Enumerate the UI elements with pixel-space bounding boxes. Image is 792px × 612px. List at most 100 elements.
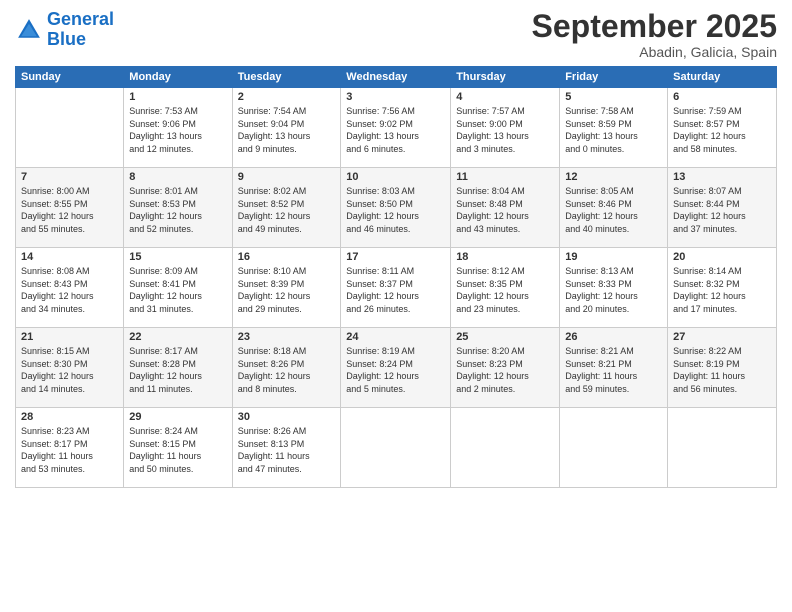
- calendar-cell: 16 Sunrise: 8:10 AM Sunset: 8:39 PM Dayli…: [232, 248, 341, 328]
- calendar-cell: 30 Sunrise: 8:26 AM Sunset: 8:13 PM Dayli…: [232, 408, 341, 488]
- day-number: 27: [673, 331, 771, 343]
- day-number: 21: [21, 331, 118, 343]
- day-info: Sunrise: 8:09 AM Sunset: 8:41 PM Dayligh…: [129, 265, 226, 315]
- calendar-cell: [668, 408, 777, 488]
- day-info: Sunrise: 7:54 AM Sunset: 9:04 PM Dayligh…: [238, 105, 336, 155]
- day-info: Sunrise: 8:04 AM Sunset: 8:48 PM Dayligh…: [456, 185, 554, 235]
- weekday-header-thursday: Thursday: [451, 67, 560, 88]
- day-number: 18: [456, 251, 554, 263]
- calendar-cell: [16, 88, 124, 168]
- day-info: Sunrise: 7:59 AM Sunset: 8:57 PM Dayligh…: [673, 105, 771, 155]
- day-number: 4: [456, 91, 554, 103]
- day-info: Sunrise: 8:20 AM Sunset: 8:23 PM Dayligh…: [456, 345, 554, 395]
- day-info: Sunrise: 8:10 AM Sunset: 8:39 PM Dayligh…: [238, 265, 336, 315]
- day-number: 2: [238, 91, 336, 103]
- calendar-cell: 11Sunrise: 8:04 AM Sunset: 8:48 PM Dayli…: [451, 168, 560, 248]
- calendar-cell: 1 Sunrise: 7:53 AM Sunset: 9:06 PM Daylig…: [124, 88, 232, 168]
- day-info: Sunrise: 8:17 AM Sunset: 8:28 PM Dayligh…: [129, 345, 226, 395]
- day-number: 20: [673, 251, 771, 263]
- calendar-cell: 12 Sunrise: 8:05 AM Sunset: 8:46 PM Dayli…: [560, 168, 668, 248]
- location: Abadin, Galicia, Spain: [532, 44, 777, 60]
- day-info: Sunrise: 8:19 AM Sunset: 8:24 PM Dayligh…: [346, 345, 445, 395]
- day-info: Sunrise: 8:00 AM Sunset: 8:55 PM Dayligh…: [21, 185, 118, 235]
- day-number: 12: [565, 171, 662, 183]
- calendar-cell: 15 Sunrise: 8:09 AM Sunset: 8:41 PM Dayli…: [124, 248, 232, 328]
- calendar-cell: 18Sunrise: 8:12 AM Sunset: 8:35 PM Dayli…: [451, 248, 560, 328]
- day-info: Sunrise: 8:18 AM Sunset: 8:26 PM Dayligh…: [238, 345, 336, 395]
- calendar-cell: 27 Sunrise: 8:22 AM Sunset: 8:19 PM Dayli…: [668, 328, 777, 408]
- header: General Blue September 2025 Abadin, Gali…: [15, 10, 777, 60]
- weekday-header-sunday: Sunday: [16, 67, 124, 88]
- logo-icon: [15, 16, 43, 44]
- day-number: 1: [129, 91, 226, 103]
- calendar-cell: 10Sunrise: 8:03 AM Sunset: 8:50 PM Dayli…: [341, 168, 451, 248]
- title-block: September 2025 Abadin, Galicia, Spain: [532, 10, 777, 60]
- weekday-header-tuesday: Tuesday: [232, 67, 341, 88]
- calendar-cell: 22 Sunrise: 8:17 AM Sunset: 8:28 PM Dayli…: [124, 328, 232, 408]
- day-number: 9: [238, 171, 336, 183]
- calendar-cell: 24Sunrise: 8:19 AM Sunset: 8:24 PM Dayli…: [341, 328, 451, 408]
- calendar-cell: 26Sunrise: 8:21 AM Sunset: 8:21 PM Dayli…: [560, 328, 668, 408]
- day-info: Sunrise: 7:56 AM Sunset: 9:02 PM Dayligh…: [346, 105, 445, 155]
- day-info: Sunrise: 8:08 AM Sunset: 8:43 PM Dayligh…: [21, 265, 118, 315]
- day-info: Sunrise: 8:02 AM Sunset: 8:52 PM Dayligh…: [238, 185, 336, 235]
- weekday-header-friday: Friday: [560, 67, 668, 88]
- day-number: 29: [129, 411, 226, 423]
- day-number: 14: [21, 251, 118, 263]
- calendar-cell: [560, 408, 668, 488]
- day-number: 13: [673, 171, 771, 183]
- weekday-header-wednesday: Wednesday: [341, 67, 451, 88]
- day-number: 19: [565, 251, 662, 263]
- day-info: Sunrise: 8:11 AM Sunset: 8:37 PM Dayligh…: [346, 265, 445, 315]
- calendar-cell: 5 Sunrise: 7:58 AM Sunset: 8:59 PM Daylig…: [560, 88, 668, 168]
- day-number: 8: [129, 171, 226, 183]
- calendar-cell: [341, 408, 451, 488]
- month-title: September 2025: [532, 10, 777, 42]
- calendar-week-5: 28 Sunrise: 8:23 AM Sunset: 8:17 PM Dayli…: [16, 408, 777, 488]
- calendar-cell: [451, 408, 560, 488]
- day-info: Sunrise: 8:13 AM Sunset: 8:33 PM Dayligh…: [565, 265, 662, 315]
- day-number: 30: [238, 411, 336, 423]
- day-info: Sunrise: 8:24 AM Sunset: 8:15 PM Dayligh…: [129, 425, 226, 475]
- calendar-cell: 25 Sunrise: 8:20 AM Sunset: 8:23 PM Dayli…: [451, 328, 560, 408]
- calendar-cell: 19 Sunrise: 8:13 AM Sunset: 8:33 PM Dayli…: [560, 248, 668, 328]
- day-info: Sunrise: 7:57 AM Sunset: 9:00 PM Dayligh…: [456, 105, 554, 155]
- calendar-cell: 17 Sunrise: 8:11 AM Sunset: 8:37 PM Dayli…: [341, 248, 451, 328]
- day-info: Sunrise: 8:05 AM Sunset: 8:46 PM Dayligh…: [565, 185, 662, 235]
- day-number: 5: [565, 91, 662, 103]
- day-number: 23: [238, 331, 336, 343]
- weekday-header-monday: Monday: [124, 67, 232, 88]
- weekday-header-row: SundayMondayTuesdayWednesdayThursdayFrid…: [16, 67, 777, 88]
- day-number: 3: [346, 91, 445, 103]
- calendar-cell: 29 Sunrise: 8:24 AM Sunset: 8:15 PM Dayli…: [124, 408, 232, 488]
- day-info: Sunrise: 8:26 AM Sunset: 8:13 PM Dayligh…: [238, 425, 336, 475]
- calendar-cell: 6 Sunrise: 7:59 AM Sunset: 8:57 PM Daylig…: [668, 88, 777, 168]
- calendar-week-1: 1 Sunrise: 7:53 AM Sunset: 9:06 PM Daylig…: [16, 88, 777, 168]
- calendar-cell: 28 Sunrise: 8:23 AM Sunset: 8:17 PM Dayli…: [16, 408, 124, 488]
- calendar-week-4: 21 Sunrise: 8:15 AM Sunset: 8:30 PM Dayli…: [16, 328, 777, 408]
- day-number: 6: [673, 91, 771, 103]
- calendar-cell: 4 Sunrise: 7:57 AM Sunset: 9:00 PM Daylig…: [451, 88, 560, 168]
- day-info: Sunrise: 8:15 AM Sunset: 8:30 PM Dayligh…: [21, 345, 118, 395]
- day-number: 25: [456, 331, 554, 343]
- calendar-cell: 21 Sunrise: 8:15 AM Sunset: 8:30 PM Dayli…: [16, 328, 124, 408]
- day-info: Sunrise: 8:07 AM Sunset: 8:44 PM Dayligh…: [673, 185, 771, 235]
- day-number: 17: [346, 251, 445, 263]
- calendar-cell: 2 Sunrise: 7:54 AM Sunset: 9:04 PM Daylig…: [232, 88, 341, 168]
- day-number: 28: [21, 411, 118, 423]
- calendar-week-2: 7Sunrise: 8:00 AM Sunset: 8:55 PM Daylig…: [16, 168, 777, 248]
- day-number: 10: [346, 171, 445, 183]
- weekday-header-saturday: Saturday: [668, 67, 777, 88]
- calendar-cell: 9 Sunrise: 8:02 AM Sunset: 8:52 PM Daylig…: [232, 168, 341, 248]
- day-info: Sunrise: 8:23 AM Sunset: 8:17 PM Dayligh…: [21, 425, 118, 475]
- day-number: 15: [129, 251, 226, 263]
- day-number: 22: [129, 331, 226, 343]
- day-info: Sunrise: 8:22 AM Sunset: 8:19 PM Dayligh…: [673, 345, 771, 395]
- day-number: 16: [238, 251, 336, 263]
- calendar-cell: 7Sunrise: 8:00 AM Sunset: 8:55 PM Daylig…: [16, 168, 124, 248]
- calendar-cell: 8Sunrise: 8:01 AM Sunset: 8:53 PM Daylig…: [124, 168, 232, 248]
- page-container: General Blue September 2025 Abadin, Gali…: [0, 0, 792, 498]
- day-info: Sunrise: 7:53 AM Sunset: 9:06 PM Dayligh…: [129, 105, 226, 155]
- day-info: Sunrise: 7:58 AM Sunset: 8:59 PM Dayligh…: [565, 105, 662, 155]
- calendar-table: SundayMondayTuesdayWednesdayThursdayFrid…: [15, 66, 777, 488]
